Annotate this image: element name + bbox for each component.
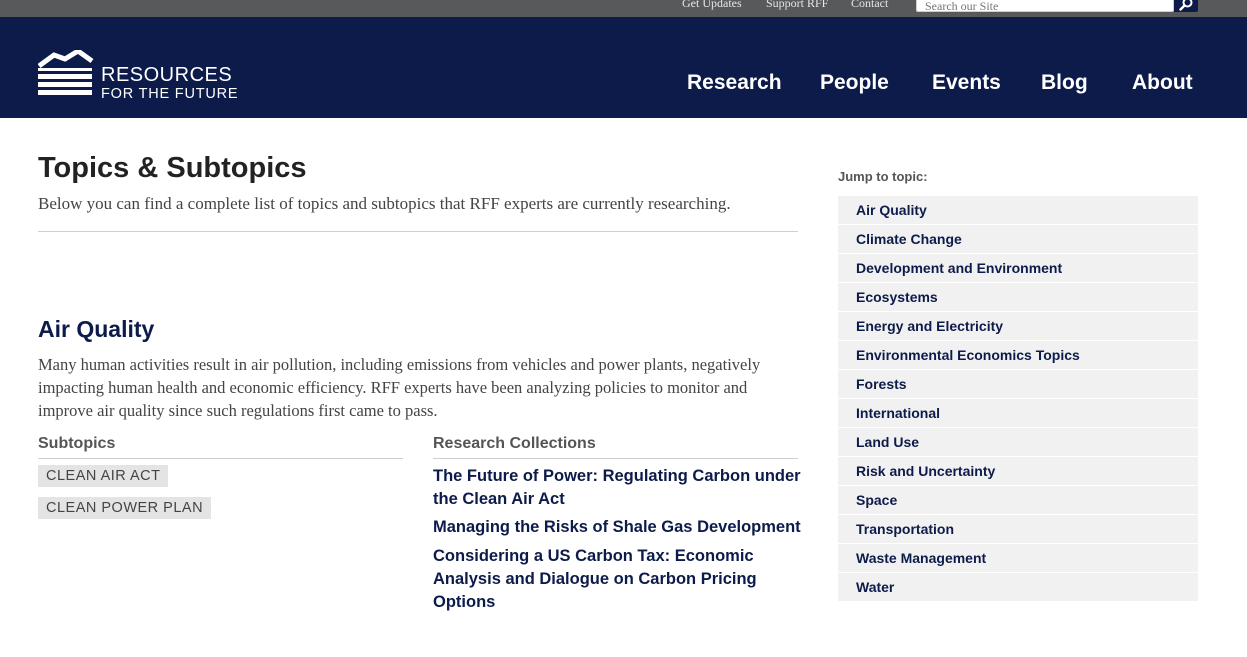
nav-events[interactable]: Events (932, 71, 1001, 95)
topic-link-water[interactable]: Water (838, 573, 1198, 602)
site-header: RESOURCES FOR THE FUTURE Research People… (0, 17, 1247, 118)
rff-logo-icon (38, 50, 94, 95)
nav-events-label: Events (932, 71, 1001, 94)
subtopics-divider (38, 458, 403, 459)
research-collection-link[interactable]: Considering a US Carbon Tax: Economic An… (433, 545, 803, 614)
topic-link-waste-management[interactable]: Waste Management (838, 544, 1198, 573)
topic-link-climate-change[interactable]: Climate Change (838, 225, 1198, 254)
nav-about-label: About (1132, 71, 1193, 94)
collections-heading: Research Collections (433, 435, 596, 452)
topic-title: Air Quality (38, 316, 155, 342)
nav-blog-label: Blog (1041, 71, 1088, 94)
nav-research-label: Research (687, 71, 782, 94)
jump-to-topic-label: Jump to topic: (838, 169, 928, 184)
page-title: Topics & Subtopics (38, 152, 307, 184)
topic-link-development-environment[interactable]: Development and Environment (838, 254, 1198, 283)
collections-divider (433, 458, 798, 459)
search-input[interactable] (917, 0, 1173, 14)
subtopic-tag[interactable]: CLEAN AIR ACT (38, 465, 169, 487)
utility-bar: Get Updates Support RFF Contact (0, 0, 1247, 17)
search-button[interactable] (1174, 0, 1198, 12)
topic-link-energy-electricity[interactable]: Energy and Electricity (838, 312, 1198, 341)
support-rff-link[interactable]: Support RFF (766, 0, 828, 10)
page-intro: Below you can find a complete list of to… (38, 194, 731, 213)
nav-blog[interactable]: Blog (1041, 71, 1088, 95)
nav-about[interactable]: About (1132, 71, 1193, 95)
site-logo[interactable]: RESOURCES FOR THE FUTURE (38, 50, 248, 102)
topic-jump-list: Air Quality Climate Change Development a… (838, 196, 1198, 602)
topic-link-international[interactable]: International (838, 399, 1198, 428)
research-collection-link[interactable]: Managing the Risks of Shale Gas Developm… (433, 516, 803, 539)
research-collection-link[interactable]: The Future of Power: Regulating Carbon u… (433, 465, 803, 511)
topic-link-environmental-economics[interactable]: Environmental Economics Topics (838, 341, 1198, 370)
topic-link-ecosystems[interactable]: Ecosystems (838, 283, 1198, 312)
subtopic-tag[interactable]: CLEAN POWER PLAN (38, 497, 212, 519)
subtopics-heading: Subtopics (38, 435, 116, 452)
nav-people[interactable]: People (820, 71, 889, 95)
logo-text-line2: FOR THE FUTURE (101, 86, 239, 102)
topic-link-risk-uncertainty[interactable]: Risk and Uncertainty (838, 457, 1198, 486)
topic-description: Many human activities result in air poll… (38, 355, 761, 420)
get-updates-link[interactable]: Get Updates (682, 0, 742, 10)
nav-research[interactable]: Research (687, 71, 782, 95)
topic-link-transportation[interactable]: Transportation (838, 515, 1198, 544)
logo-text-line1: RESOURCES (101, 64, 233, 86)
topic-link-land-use[interactable]: Land Use (838, 428, 1198, 457)
nav-people-label: People (820, 71, 889, 94)
topic-link-air-quality[interactable]: Air Quality (838, 196, 1198, 225)
search-box (916, 0, 1174, 14)
topic-link-space[interactable]: Space (838, 486, 1198, 515)
contact-link[interactable]: Contact (851, 0, 888, 10)
divider (38, 231, 798, 232)
search-icon (1179, 0, 1193, 11)
topic-link-forests[interactable]: Forests (838, 370, 1198, 399)
